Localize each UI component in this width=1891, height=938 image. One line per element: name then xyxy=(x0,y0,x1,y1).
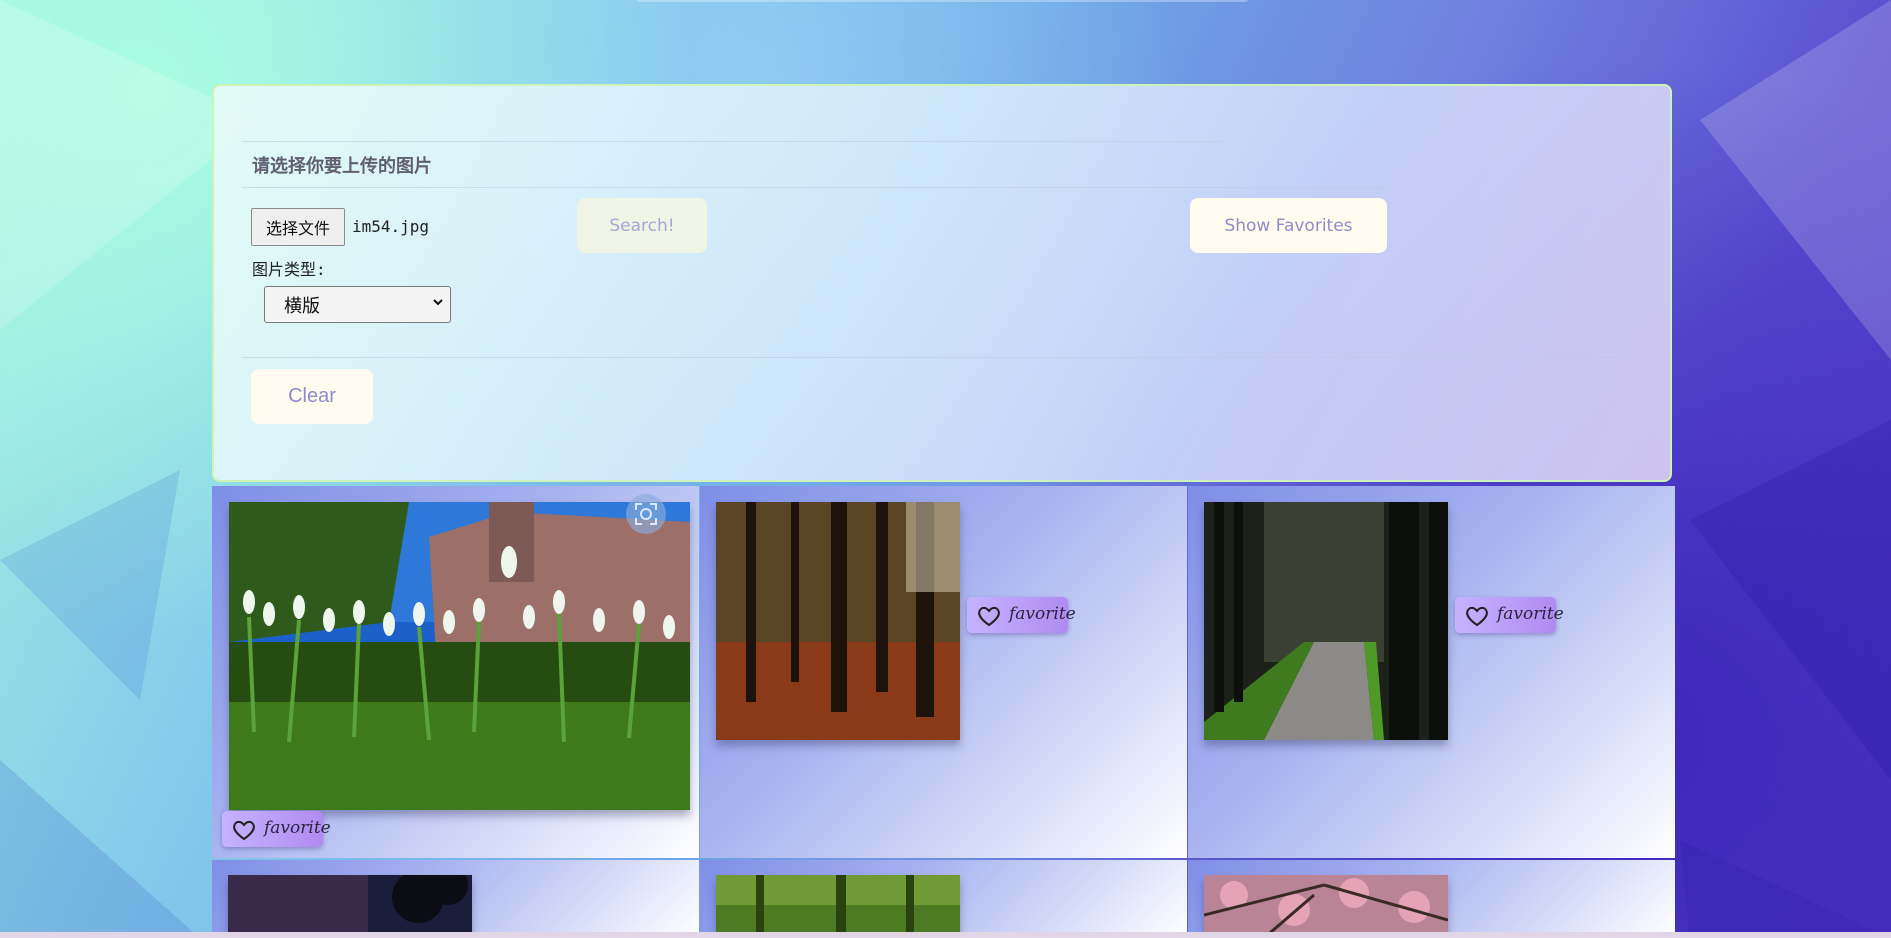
page-bottom-edge xyxy=(0,932,1891,938)
favorite-button[interactable]: favorite xyxy=(222,811,331,847)
header-bar xyxy=(635,0,1250,2)
image-type-label: 图片类型: xyxy=(252,260,326,279)
favorite-button[interactable]: favorite xyxy=(1455,597,1564,633)
favorite-button[interactable]: favorite xyxy=(967,597,1076,633)
favorite-label: favorite xyxy=(264,818,331,838)
clear-button[interactable]: Clear xyxy=(251,369,373,424)
gallery-image[interactable] xyxy=(1204,875,1448,938)
heart-icon xyxy=(233,820,255,841)
choose-file-button[interactable]: 选择文件 xyxy=(251,208,345,246)
gallery-item xyxy=(1188,860,1675,938)
gallery-image[interactable] xyxy=(716,875,960,938)
gallery-item xyxy=(700,860,1187,938)
upload-title: 请选择你要上传的图片 xyxy=(252,156,432,177)
favorite-label: favorite xyxy=(1009,604,1076,624)
upload-panel: 请选择你要上传的图片 选择文件 im54.jpg 图片类型: 横版 Search… xyxy=(212,84,1672,482)
gallery-image[interactable] xyxy=(716,502,960,740)
show-favorites-button[interactable]: Show Favorites xyxy=(1190,198,1387,253)
gallery-item xyxy=(212,860,699,938)
gallery-image[interactable] xyxy=(1204,502,1448,740)
gallery-item: favorite xyxy=(212,486,699,858)
image-type-value: 横版 xyxy=(284,295,320,317)
search-button[interactable]: Search! xyxy=(577,198,707,253)
gallery-image[interactable] xyxy=(228,875,472,938)
favorite-label: favorite xyxy=(1497,604,1564,624)
divider xyxy=(242,141,1222,142)
selected-file-name: im54.jpg xyxy=(352,217,430,236)
image-type-select[interactable]: 横版 xyxy=(264,286,451,323)
gallery-item: favorite xyxy=(1188,486,1675,858)
divider xyxy=(242,187,1382,188)
divider xyxy=(242,357,1622,358)
gallery-item: favorite xyxy=(700,486,1187,858)
chevron-down-icon xyxy=(432,296,444,312)
heart-icon xyxy=(978,606,1000,627)
scan-icon[interactable] xyxy=(626,494,666,534)
heart-icon xyxy=(1466,606,1488,627)
gallery-image[interactable] xyxy=(229,502,690,810)
